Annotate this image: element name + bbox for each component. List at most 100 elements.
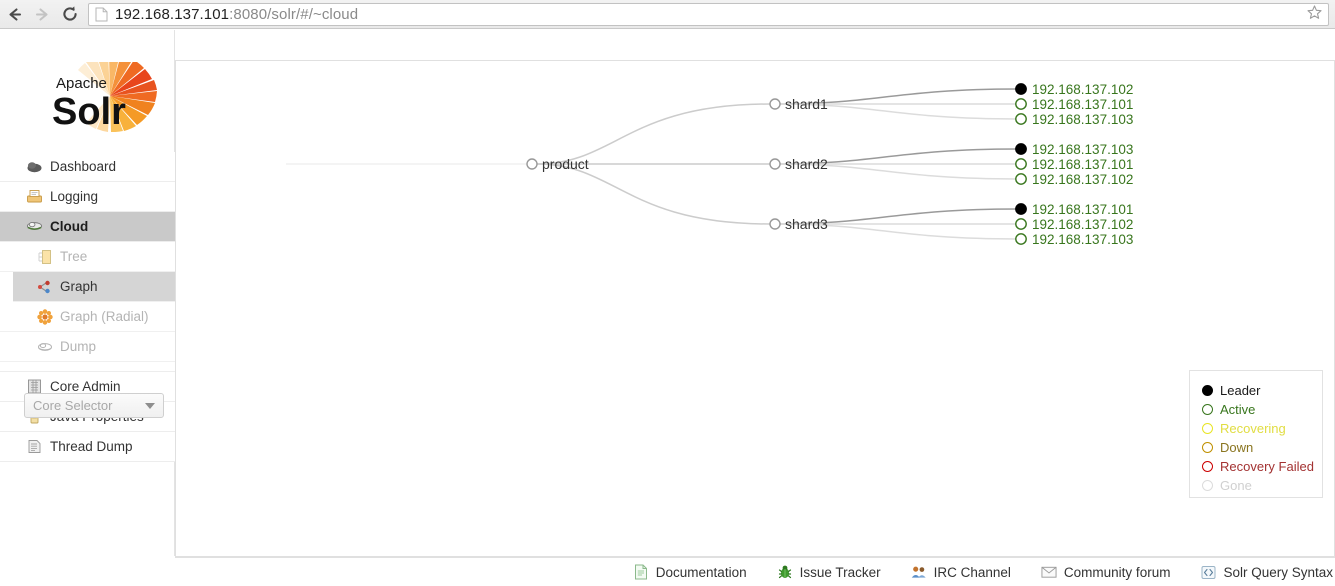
footer-link-label: IRC Channel	[933, 564, 1011, 580]
sidebar-item-label: Tree	[60, 249, 88, 264]
sidebar-item-thread-dump[interactable]: Thread Dump	[0, 432, 175, 462]
footer-link-documentation[interactable]: Documentation	[633, 564, 747, 580]
core-selector-label: Core Selector	[33, 398, 113, 413]
graph-node-shard3[interactable]: shard3	[769, 216, 828, 232]
legend-label: Active	[1220, 402, 1256, 417]
graph-node-circle	[1015, 173, 1027, 185]
graph-node-label: shard1	[785, 96, 828, 112]
sidebar-item-dashboard[interactable]: Dashboard	[0, 152, 175, 182]
page-body: Apache Solr Dashboard Logging Cloud Tree…	[0, 30, 1335, 586]
dashboard-icon	[26, 158, 43, 175]
footer-link-irc-channel[interactable]: IRC Channel	[911, 564, 1011, 580]
graph-node-replica-active[interactable]: 192.168.137.101	[1015, 97, 1134, 112]
footer-link-issue-tracker[interactable]: Issue Tracker	[777, 564, 881, 580]
graph-node-label: 192.168.137.101	[1032, 97, 1133, 112]
reload-icon	[61, 5, 79, 23]
url-bar[interactable]: 192.168.137.101:8080/solr/#/~cloud	[88, 2, 1329, 26]
graph-node-replica-leader[interactable]: 192.168.137.101	[1015, 202, 1134, 217]
footer-link-label: Community forum	[1063, 564, 1171, 580]
sidebar-item-label: Graph (Radial)	[60, 309, 149, 324]
graph-node-replica-active[interactable]: 192.168.137.102	[1015, 217, 1134, 232]
graph-node-label: 192.168.137.101	[1032, 157, 1133, 172]
graph-node-circle	[769, 218, 781, 230]
graph-node-circle	[1015, 203, 1027, 215]
footer-links: Documentation Issue Tracker IRC Channel …	[175, 557, 1335, 586]
cloud-graph: product shard1 shard2 shard3 192.168.137…	[286, 82, 1134, 247]
graph-node-label: shard2	[785, 156, 828, 172]
sidebar-item-graph-radial[interactable]: Graph (Radial)	[0, 302, 175, 332]
sidebar-item-graph[interactable]: Graph	[13, 272, 175, 302]
graph-legend: Leader Active Recovering Down Recovery F…	[1189, 370, 1323, 498]
graph-node-label: 192.168.137.103	[1032, 142, 1133, 157]
url-host: 192.168.137.101	[115, 5, 230, 23]
graph-node-label: product	[542, 156, 589, 172]
legend-label: Down	[1220, 440, 1254, 455]
legend-dot-down	[1202, 442, 1213, 453]
forward-arrow-icon	[34, 6, 51, 23]
graph-node-replica-active[interactable]: 192.168.137.101	[1015, 157, 1134, 172]
footer-link-label: Issue Tracker	[799, 564, 881, 580]
graph-node-label: 192.168.137.102	[1032, 82, 1133, 97]
cloud-icon	[26, 218, 43, 235]
graph-node-replica-active[interactable]: 192.168.137.103	[1015, 232, 1134, 247]
url-text: 192.168.137.101:8080/solr/#/~cloud	[115, 6, 358, 23]
menu-separator	[0, 362, 175, 372]
sidebar-item-dump[interactable]: Dump	[0, 332, 175, 362]
legend-dot-active	[1202, 404, 1213, 415]
legend-label: Recovering	[1220, 421, 1286, 436]
graph-node-replica-leader[interactable]: 192.168.137.102	[1015, 82, 1134, 97]
core-selector-dropdown[interactable]: Core Selector	[24, 393, 164, 418]
footer-link-label: Documentation	[655, 564, 747, 580]
graph-node-label: 192.168.137.102	[1032, 217, 1133, 232]
graph-link-root-shard1	[536, 103, 771, 165]
graph-node-replica-leader[interactable]: 192.168.137.103	[1015, 142, 1134, 157]
legend-dot-leader	[1202, 385, 1213, 396]
code-icon	[1200, 564, 1216, 580]
logo-apache-text: Apache	[56, 75, 107, 92]
sidebar-item-logging[interactable]: Logging	[0, 182, 175, 212]
graph-node-circle	[1015, 113, 1027, 125]
chevron-down-icon	[145, 402, 155, 409]
solr-sunburst-logo: Apache Solr	[52, 52, 157, 133]
graph-node-circle	[1015, 98, 1027, 110]
solr-logo[interactable]: Apache Solr	[24, 52, 169, 133]
thread-dump-icon	[26, 438, 43, 455]
sidebar-item-label: Graph	[60, 279, 98, 294]
sidebar-item-cloud[interactable]: Cloud	[0, 212, 175, 242]
graph-node-label: 192.168.137.101	[1032, 202, 1133, 217]
legend-label: Leader	[1220, 383, 1261, 398]
back-button[interactable]	[0, 0, 28, 28]
bookmark-button[interactable]	[1304, 4, 1324, 26]
url-path: :8080/solr/#/~cloud	[229, 5, 359, 23]
bug-icon	[777, 564, 793, 580]
sidebar-item-tree[interactable]: Tree	[0, 242, 175, 272]
legend-label: Gone	[1220, 478, 1252, 493]
graph-radial-icon	[37, 308, 53, 325]
page-icon	[95, 7, 108, 22]
forward-button[interactable]	[28, 0, 56, 28]
graph-link-root-shard3	[536, 163, 771, 225]
graph-node-circle	[526, 158, 538, 170]
back-arrow-icon	[6, 6, 23, 23]
footer-link-solr-query-syntax[interactable]: Solr Query Syntax	[1200, 564, 1333, 580]
legend-item-down: Down	[1202, 438, 1322, 457]
graph-node-root[interactable]: product	[526, 156, 589, 172]
legend-item-active: Active	[1202, 400, 1322, 419]
graph-icon	[37, 279, 53, 295]
bookmark-star-icon	[1306, 4, 1323, 26]
sidebar-item-label: Thread Dump	[50, 439, 133, 454]
graph-node-circle	[1015, 218, 1027, 230]
cloud-submenu: Tree Graph Graph (Radial) Dump	[0, 242, 175, 362]
logging-icon	[26, 188, 43, 205]
graph-node-shard1[interactable]: shard1	[769, 96, 828, 112]
footer-link-community-forum[interactable]: Community forum	[1041, 564, 1171, 580]
graph-node-shard2[interactable]: shard2	[769, 156, 828, 172]
logo-solr-text: Solr	[52, 91, 126, 132]
graph-node-label: 192.168.137.102	[1032, 172, 1133, 187]
reload-button[interactable]	[56, 0, 84, 28]
graph-node-circle	[769, 98, 781, 110]
legend-item-gone: Gone	[1202, 476, 1322, 495]
graph-node-replica-active[interactable]: 192.168.137.103	[1015, 112, 1134, 127]
legend-label: Recovery Failed	[1220, 459, 1314, 474]
graph-node-replica-active[interactable]: 192.168.137.102	[1015, 172, 1134, 187]
